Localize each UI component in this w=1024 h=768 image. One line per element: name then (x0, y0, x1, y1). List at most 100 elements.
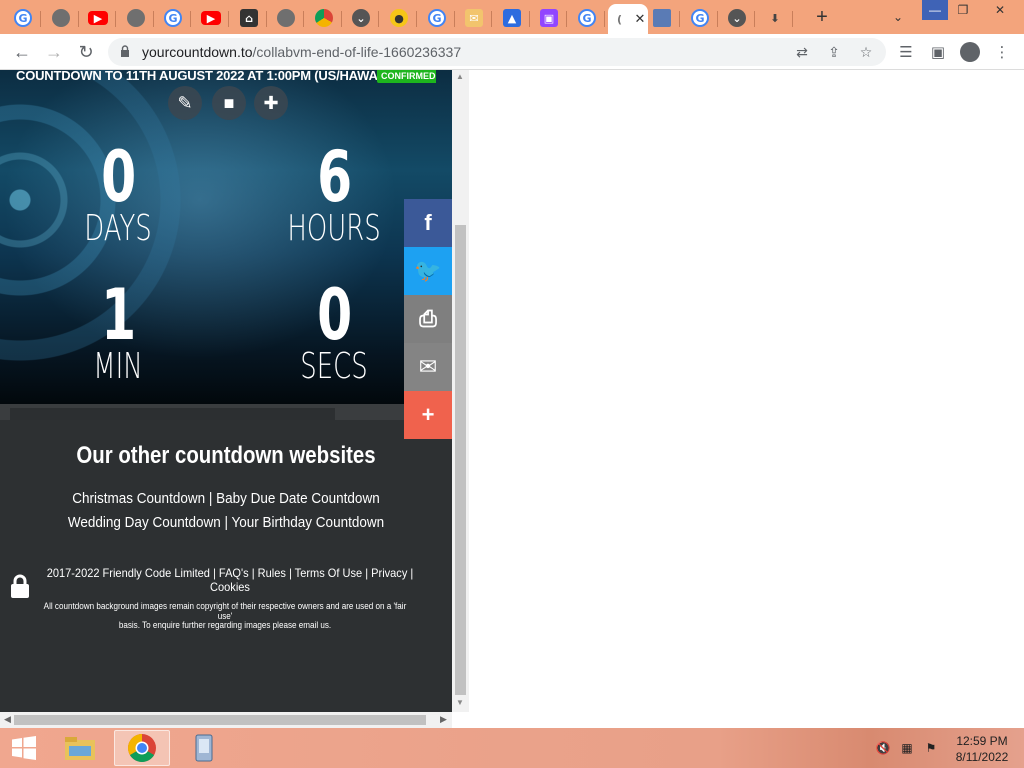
system-clock[interactable]: 12:59 PM 8/11/2022 (944, 733, 1020, 765)
folder-icon (65, 737, 95, 760)
globe-icon (277, 9, 295, 27)
more-share-button[interactable]: + (404, 391, 452, 439)
days-value: 0 (101, 136, 136, 218)
browser-tab[interactable]: ⌄ (344, 4, 379, 32)
vertical-scroll-thumb[interactable] (455, 225, 466, 695)
volume-muted-icon[interactable]: 🔇 (874, 740, 892, 756)
padlock-icon (11, 574, 29, 598)
plus-icon: + (421, 402, 435, 427)
google-icon: G (691, 9, 709, 27)
browser-tab[interactable] (119, 4, 154, 32)
tab-separator (792, 11, 793, 27)
taskbar-chrome[interactable] (114, 730, 170, 766)
scroll-down-arrow-icon[interactable]: ▼ (456, 698, 464, 707)
tab-separator (190, 11, 191, 27)
print-share-button[interactable]: ⎙ (404, 295, 452, 343)
bookmark-star-icon[interactable]: ☆ (856, 43, 876, 61)
browser-tab[interactable] (269, 4, 304, 32)
twitter-icon: 🐦 (414, 258, 442, 283)
loading-icon: ( (617, 12, 623, 26)
browser-tab[interactable]: G (156, 4, 191, 32)
taskbar-device-app[interactable] (176, 730, 232, 766)
back-button[interactable]: ← (10, 41, 34, 63)
browser-tab[interactable]: G (570, 4, 605, 32)
horizontal-scroll-thumb[interactable] (14, 715, 426, 725)
url-text[interactable]: yourcountdown.to/collabvm-end-of-life-16… (142, 44, 461, 60)
start-button[interactable] (4, 732, 44, 764)
other-sites-links-2[interactable]: Wedding Day Countdown | Your Birthday Co… (23, 514, 430, 531)
reload-button[interactable]: ↻ (74, 41, 98, 63)
min-value: 1 (101, 274, 136, 356)
scroll-left-arrow-icon[interactable]: ◀ (4, 714, 11, 725)
browser-tab[interactable]: ● (382, 4, 417, 32)
close-window-button[interactable]: ✕ (980, 0, 1020, 20)
video-button[interactable]: ■ (212, 86, 246, 120)
forward-button[interactable]: → (42, 41, 66, 63)
footer-links[interactable]: 2017-2022 Friendly Code Limited | FAQ's … (46, 566, 414, 594)
reading-list-icon[interactable]: ☰ (896, 42, 916, 62)
countdown-min: 1 MIN (28, 280, 208, 386)
address-bar[interactable]: yourcountdown.to/collabvm-end-of-life-16… (108, 38, 886, 66)
browser-tab[interactable]: G (683, 4, 718, 32)
browser-tab[interactable]: ⌄ (720, 4, 755, 32)
download-icon: ⬇ (770, 11, 780, 25)
network-icon[interactable]: ▦ (898, 740, 916, 756)
twitch-icon: ▣ (540, 9, 558, 27)
tab-separator (115, 11, 116, 27)
vertical-scrollbar[interactable]: ▲ ▼ (452, 70, 469, 712)
side-panel-icon[interactable]: ▣ (928, 42, 948, 62)
browser-tab[interactable]: ✉ (457, 4, 492, 32)
mail-icon: ✉ (465, 9, 483, 27)
browser-tab[interactable]: ▣ (532, 4, 567, 32)
menu-kebab-icon[interactable]: ⋮ (992, 42, 1012, 62)
tab-separator (378, 11, 379, 27)
browser-tab[interactable]: ▶ (81, 4, 116, 32)
forward-arrow-icon: → (45, 41, 63, 62)
email-share-button[interactable]: ✉ (404, 343, 452, 391)
hours-value: 6 (317, 136, 352, 218)
google-icon: G (14, 9, 32, 27)
new-tab-button[interactable]: + (808, 4, 836, 30)
browser-tab[interactable]: ▲ (495, 4, 530, 32)
profile-button[interactable] (960, 42, 980, 62)
tab-active[interactable]: (✕ (608, 4, 648, 34)
tab-separator (416, 11, 417, 27)
browser-tab[interactable] (645, 4, 680, 32)
tab-close-icon[interactable]: ✕ (635, 11, 646, 27)
browser-tab[interactable]: ▶ (194, 4, 229, 32)
share-icon[interactable]: ⇪ (824, 43, 844, 61)
globe-icon (127, 9, 145, 27)
device-icon (195, 734, 213, 762)
video-icon: ■ (223, 92, 235, 113)
action-center-flag-icon[interactable]: ⚑ (922, 740, 940, 756)
horizontal-scrollbar[interactable]: ◀ ▶ (0, 712, 452, 728)
translate-icon[interactable]: ⇄ (792, 43, 812, 61)
scroll-up-arrow-icon[interactable]: ▲ (456, 72, 464, 81)
facebook-share-button[interactable]: f (404, 199, 452, 247)
taskbar-file-explorer[interactable] (52, 730, 108, 766)
browser-tab[interactable]: G (6, 4, 41, 32)
tab-separator (40, 11, 41, 27)
strip-inner (10, 408, 335, 420)
browser-tab[interactable] (307, 4, 342, 32)
hours-label: HOURS (287, 208, 381, 249)
other-sites-links-1[interactable]: Christmas Countdown | Baby Due Date Coun… (23, 490, 430, 507)
scroll-right-arrow-icon[interactable]: ▶ (440, 714, 447, 725)
tab-separator (153, 11, 154, 27)
tab-search-button[interactable]: ⌄ (886, 6, 910, 28)
app-icon: ▲ (503, 9, 521, 27)
minimize-button[interactable]: — (922, 0, 948, 20)
restore-button[interactable]: ❐ (948, 0, 978, 20)
google-icon: G (428, 9, 446, 27)
twitter-share-button[interactable]: 🐦 (404, 247, 452, 295)
browser-tab[interactable]: G (420, 4, 455, 32)
countdown-days: 0 DAYS (28, 142, 208, 248)
browser-tab[interactable] (44, 4, 79, 32)
browser-tab[interactable]: ⌂ (232, 4, 267, 32)
add-button[interactable]: ✚ (254, 86, 288, 120)
lock-icon (121, 45, 129, 57)
pin-icon: ● (390, 9, 408, 27)
edit-button[interactable]: ✎ (168, 86, 202, 120)
browser-tab[interactable]: ⬇ (758, 4, 793, 32)
days-label: DAYS (84, 208, 152, 249)
